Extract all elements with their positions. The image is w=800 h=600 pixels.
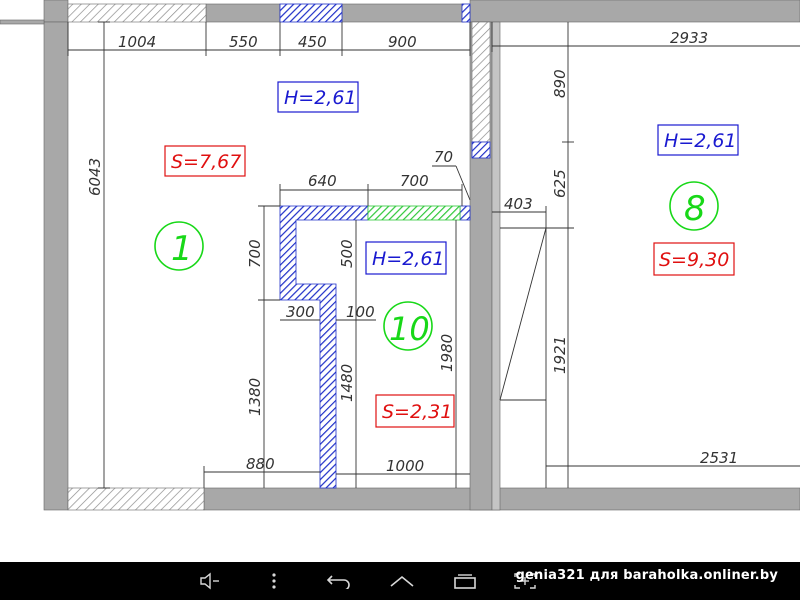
wall-middle-right [491,21,501,511]
dim-890: 890 [551,69,569,98]
home-icon[interactable] [386,562,418,600]
room-8-area-label: S=9,30 [653,242,735,276]
dim-70: 70 [434,148,453,166]
svg-text:H=2,61: H=2,61 [284,87,357,109]
room-1-height-label: H=2,61 [277,81,359,113]
room-8-number: 8 [669,181,719,231]
dim-1921: 1921 [551,336,569,374]
dim-2531: 2531 [700,449,738,467]
dim-625: 625 [551,169,569,198]
floor-plan: 1004 550 450 900 2933 6043 890 625 1921 … [0,0,800,511]
dim-1480: 1480 [338,364,356,402]
window-top-left [67,3,207,23]
dim-640: 640 [308,172,337,190]
dim-1380: 1380 [246,378,264,416]
svg-text:10: 10 [389,310,430,348]
back-icon[interactable] [322,562,356,600]
dim-300: 300 [286,303,315,321]
dim-450: 450 [298,33,327,51]
demolished-wall [367,205,461,221]
wall-left-corner [0,19,45,25]
room-10-number: 10 [383,301,433,351]
dim-700-vertical: 700 [246,239,264,268]
room-8-labels: H=2,61 S=9,30 8 [653,124,739,276]
dim-100: 100 [346,303,375,321]
dim-700-horizontal: 700 [400,172,429,190]
hatched-pillar-right [471,21,491,143]
dim-550: 550 [229,33,258,51]
new-wall-right-small [471,141,491,159]
new-wall-top [279,3,343,23]
dim-880: 880 [246,455,275,473]
system-navigation-bar: genia321 для baraholka.onliner.by [0,562,800,600]
dim-900: 900 [388,33,417,51]
wall-left-outer [43,21,69,511]
room-1-number: 1 [154,221,204,271]
new-wall-top-small [461,3,471,23]
dim-500: 500 [338,239,356,268]
room-1-area-label: S=7,67 [164,145,246,177]
svg-text:H=2,61: H=2,61 [372,248,445,270]
wall-top-left [43,0,69,23]
watermark-text: genia321 для baraholka.onliner.by [515,568,778,583]
new-wall-right-cap [459,205,471,221]
room-10-height-label: H=2,61 [365,241,447,275]
dim-403: 403 [504,195,533,213]
svg-text:1: 1 [171,229,193,269]
svg-text:8: 8 [684,189,706,229]
menu-dots-icon[interactable] [262,562,286,600]
room-8-height-label: H=2,61 [657,124,739,156]
svg-text:S=7,67: S=7,67 [171,151,241,173]
wall-top [205,3,281,23]
window-bottom-left [67,487,205,511]
dim-2933: 2933 [670,29,708,47]
dim-6043: 6043 [86,158,104,196]
wall-top-right [469,0,800,23]
wall-top-mid [341,3,465,23]
recent-apps-icon[interactable] [448,562,482,600]
svg-text:S=9,30: S=9,30 [659,249,729,271]
room-10-area-label: S=2,31 [375,394,455,428]
wall-bottom-mid [203,487,800,511]
volume-down-icon[interactable] [194,562,226,600]
dim-1004: 1004 [118,33,156,51]
dim-1000: 1000 [386,457,424,475]
svg-text:S=2,31: S=2,31 [382,401,452,423]
dim-1980: 1980 [438,334,456,372]
svg-text:H=2,61: H=2,61 [664,130,737,152]
